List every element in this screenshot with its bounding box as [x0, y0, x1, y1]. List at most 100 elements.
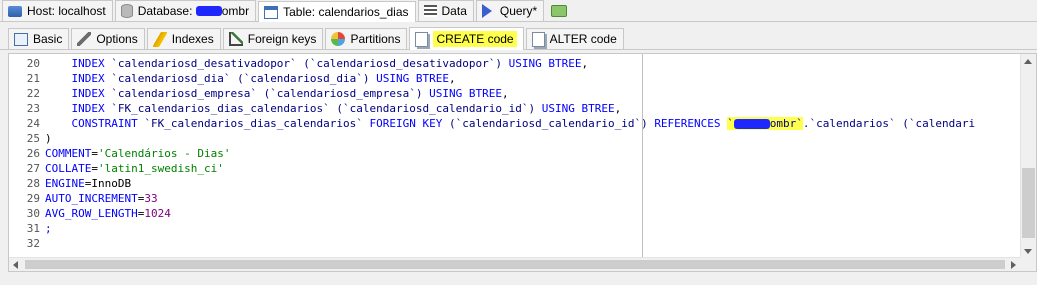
horizontal-scroll-thumb[interactable] — [25, 260, 1005, 269]
tab-database-label-prefix: Database: — [137, 4, 193, 18]
code-line-26: COMMENT='Calendários - Dias' — [45, 146, 230, 161]
sql-keyword: USING BTREE — [376, 72, 450, 85]
line-number: 26 — [26, 147, 40, 160]
tab-partitions-label: Partitions — [350, 32, 401, 46]
new-query-icon — [551, 4, 568, 17]
new-query-tab-button[interactable] — [546, 0, 578, 21]
redacted-database-name — [733, 119, 770, 129]
code-line-23: INDEX `FK_calendarios_dias_calendarios` … — [45, 101, 622, 116]
host-icon — [8, 5, 22, 17]
vertical-scrollbar[interactable] — [1020, 54, 1036, 259]
sql-keyword: USING BTREE — [508, 57, 582, 70]
sql-keyword: USING BTREE — [429, 87, 502, 100]
code-line-30: AVG_ROW_LENGTH=1024 — [45, 206, 171, 221]
vertical-scroll-thumb[interactable] — [1022, 168, 1035, 238]
code-line-25: ) — [45, 131, 52, 146]
scroll-right-arrow-icon[interactable] — [1011, 261, 1016, 269]
sql-identifier: `calendariosd_dia` (`calendariosd_dia`) — [104, 72, 377, 85]
code-line-24: CONSTRAINT `FK_calendarios_dias_calendar… — [45, 116, 975, 131]
tab-table[interactable]: Table: calendarios_dias — [258, 1, 416, 22]
sql-identifier: (`calendariosd_calendario_id`) — [442, 117, 655, 130]
sql-string: 'Calendários - Dias' — [97, 147, 231, 160]
sql-keyword: INDEX — [71, 57, 105, 70]
code-area[interactable]: INDEX `calendariosd_desativadopor` (`cal… — [45, 54, 1020, 259]
tab-basic-label: Basic — [33, 32, 63, 46]
sql-number: 1024 — [144, 207, 171, 220]
sql-keyword: ENGINE — [45, 177, 85, 190]
right-margin-guide — [642, 54, 643, 259]
line-number: 29 — [26, 192, 40, 205]
line-number: 31 — [26, 222, 40, 235]
tab-data-label: Data — [441, 4, 467, 18]
line-number: 23 — [26, 102, 40, 115]
sql-keyword: COLLATE — [45, 162, 92, 175]
scroll-up-arrow-icon[interactable] — [1024, 59, 1032, 64]
tab-foreign-keys[interactable]: Foreign keys — [222, 28, 324, 49]
scroll-left-arrow-icon[interactable] — [13, 261, 18, 269]
line-number: 27 — [26, 162, 40, 175]
sql-string: 'latin1_swedish_ci' — [97, 162, 224, 175]
line-number-gutter: 20 21 22 23 24 25 26 27 28 29 30 31 32 — [9, 54, 44, 259]
wrench-icon — [77, 32, 92, 46]
tab-indexes-label: Indexes — [171, 32, 214, 46]
code-line-20: INDEX `calendariosd_desativadopor` (`cal… — [45, 56, 589, 71]
sql-identifier: `FK_calendarios_dias_calendarios` — [137, 117, 370, 130]
tab-data[interactable]: Data — [417, 0, 474, 21]
scroll-down-arrow-icon[interactable] — [1024, 249, 1032, 254]
sql-punct: , — [449, 72, 456, 85]
scrollbar-corner — [1020, 257, 1036, 271]
sql-identifier: ombr` — [769, 117, 803, 130]
line-number: 22 — [26, 87, 40, 100]
sql-keyword: FOREIGN KEY — [369, 117, 443, 130]
tab-foreign-keys-label: Foreign keys — [247, 32, 317, 46]
tab-table-label: Table: calendarios_dias — [283, 5, 409, 19]
tab-query-label: Query* — [499, 4, 538, 18]
database-icon — [120, 4, 133, 18]
sql-keyword: CONSTRAINT — [71, 117, 138, 130]
foreign-key-icon — [228, 32, 243, 46]
tab-alter-code[interactable]: ALTER code — [525, 28, 624, 49]
basic-table-icon — [14, 32, 28, 46]
sql-keyword: REFERENCES — [654, 117, 721, 130]
sql-punct: , — [581, 57, 589, 70]
sql-identifier: `calendariosd_desativadopor` (`calendari… — [104, 57, 509, 70]
create-code-document-icon — [415, 31, 429, 47]
sql-punct: , — [502, 87, 509, 100]
sql-identifier: `calendariosd_empresa` (`calendariosd_em… — [104, 87, 430, 100]
data-grid-icon — [423, 5, 437, 17]
tab-basic[interactable]: Basic — [8, 28, 70, 49]
code-line-28: ENGINE=InnoDB — [45, 176, 131, 191]
sql-identifier: ` — [727, 117, 734, 130]
line-number: 32 — [26, 237, 40, 250]
tab-partitions[interactable]: Partitions — [325, 28, 408, 49]
sql-value: InnoDB — [91, 177, 132, 190]
sql-punct: = — [91, 147, 98, 160]
sql-keyword: INDEX — [71, 72, 105, 85]
table-icon — [264, 5, 279, 19]
tab-database-label-suffix: ombr — [221, 4, 250, 18]
sql-punct: = — [91, 162, 98, 175]
tab-indexes[interactable]: Indexes — [146, 28, 221, 49]
query-play-icon — [481, 4, 492, 18]
tab-host[interactable]: Host: localhost — [2, 0, 113, 21]
sql-keyword: AVG_ROW_LENGTH — [45, 207, 138, 220]
line-number: 24 — [26, 117, 40, 130]
partitions-pie-icon — [331, 32, 346, 46]
sql-code-editor[interactable]: 20 21 22 23 24 25 26 27 28 29 30 31 32 I… — [8, 53, 1037, 272]
sql-identifier: `FK_calendarios_dias_calendarios` (`cale… — [104, 102, 542, 115]
tab-host-label: Host: localhost — [27, 4, 106, 18]
sql-keyword: INDEX — [71, 87, 105, 100]
code-line-29: AUTO_INCREMENT=33 — [45, 191, 158, 206]
sql-identifier: .`calendarios` (`calendari — [802, 117, 976, 130]
code-line-22: INDEX `calendariosd_empresa` (`calendari… — [45, 86, 509, 101]
tab-query[interactable]: Query* — [475, 0, 545, 21]
horizontal-scrollbar[interactable] — [9, 257, 1020, 271]
tab-create-code[interactable]: CREATE code — [409, 27, 524, 50]
line-number: 25 — [26, 132, 40, 145]
line-number: 30 — [26, 207, 40, 220]
tab-options[interactable]: Options — [71, 28, 145, 49]
tab-database[interactable]: Database: ombr — [114, 0, 257, 21]
code-line-31: ; — [45, 221, 52, 236]
sql-keyword: AUTO_INCREMENT — [45, 192, 138, 205]
sql-punct: , — [614, 102, 622, 115]
